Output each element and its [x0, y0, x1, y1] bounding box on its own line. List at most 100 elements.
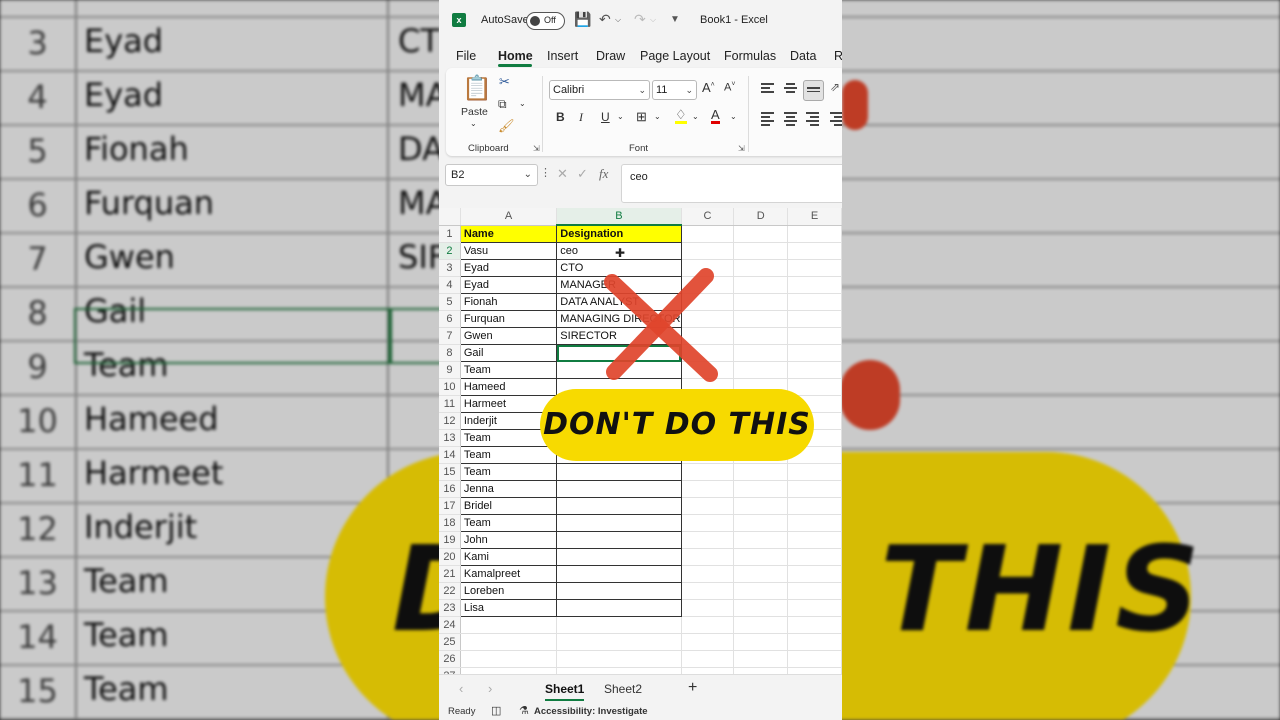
row-header[interactable]: 6: [439, 310, 461, 328]
cell-a5[interactable]: Fionah: [459, 293, 558, 311]
cell-d26[interactable]: [733, 650, 789, 668]
copy-icon[interactable]: ⧉: [498, 97, 507, 112]
row-header[interactable]: 7: [439, 327, 461, 345]
row-header[interactable]: 3: [439, 259, 461, 277]
cell-d4[interactable]: [733, 276, 789, 294]
cell-c1[interactable]: [681, 225, 735, 243]
tab-draw[interactable]: Draw: [596, 49, 625, 63]
accessibility-icon[interactable]: ⚗: [519, 704, 529, 717]
cell-a9[interactable]: Team: [459, 361, 558, 379]
cell-c24[interactable]: [681, 616, 735, 634]
macro-record-icon[interactable]: ◫: [491, 704, 501, 717]
redo-dropdown-icon[interactable]: ⌵: [650, 15, 656, 25]
cell-b18[interactable]: [556, 514, 682, 532]
autosave-toggle[interactable]: Off: [526, 12, 565, 30]
cell-e20[interactable]: [787, 548, 842, 566]
row-header[interactable]: 20: [439, 548, 461, 566]
row-header[interactable]: 15: [439, 463, 461, 481]
align-left-icon[interactable]: [761, 112, 774, 128]
more-options-icon[interactable]: ⋮: [540, 166, 551, 179]
row-header[interactable]: 18: [439, 514, 461, 532]
sheet-next-icon[interactable]: ›: [488, 681, 492, 696]
cell-c19[interactable]: [681, 531, 735, 549]
cell-a26[interactable]: [460, 650, 558, 668]
cell-c21[interactable]: [681, 565, 735, 583]
add-sheet-button[interactable]: +: [688, 679, 697, 697]
row-header[interactable]: 25: [439, 633, 461, 651]
cell-c17[interactable]: [681, 497, 735, 515]
cell-d3[interactable]: [733, 259, 789, 277]
row-header[interactable]: 8: [439, 344, 461, 362]
column-header-c[interactable]: C: [681, 208, 735, 226]
cell-e7[interactable]: [787, 327, 842, 345]
decrease-font-icon[interactable]: A˅: [724, 81, 735, 94]
cell-c25[interactable]: [681, 633, 735, 651]
cell-b20[interactable]: [556, 548, 682, 566]
align-top-icon[interactable]: [761, 83, 774, 95]
cell-c22[interactable]: [681, 582, 735, 600]
cell-b17[interactable]: [556, 497, 682, 515]
align-bottom-icon[interactable]: [803, 80, 824, 101]
row-header[interactable]: 12: [439, 412, 461, 430]
cell-c16[interactable]: [681, 480, 735, 498]
row-header[interactable]: 14: [439, 446, 461, 464]
undo-icon[interactable]: ↶: [599, 11, 611, 28]
cell-a16[interactable]: Jenna: [459, 480, 558, 498]
sheet-prev-icon[interactable]: ‹: [459, 681, 463, 696]
cell-c26[interactable]: [681, 650, 735, 668]
cell-e9[interactable]: [787, 361, 842, 379]
increase-font-icon[interactable]: A˄: [702, 80, 715, 95]
font-color-icon[interactable]: A: [711, 108, 720, 124]
row-header[interactable]: 17: [439, 497, 461, 515]
cell-c2[interactable]: [681, 242, 735, 260]
font-name-dropdown[interactable]: Calibri ⌄: [549, 80, 650, 100]
cell-a20[interactable]: Kami: [459, 548, 558, 566]
cell-e21[interactable]: [787, 565, 842, 583]
save-icon[interactable]: 💾: [574, 11, 591, 28]
cell-e16[interactable]: [787, 480, 842, 498]
cut-icon[interactable]: ✂: [499, 74, 510, 90]
sheet-tab-sheet1[interactable]: Sheet1: [545, 682, 585, 701]
cell-a7[interactable]: Gwen: [459, 327, 558, 345]
sheet-tab-sheet2[interactable]: Sheet2: [604, 682, 642, 696]
cell-e4[interactable]: [787, 276, 842, 294]
cell-a25[interactable]: [460, 633, 558, 651]
cell-d9[interactable]: [733, 361, 789, 379]
cell-a14[interactable]: Team: [459, 446, 558, 464]
cell-e3[interactable]: [787, 259, 842, 277]
underline-button[interactable]: U: [601, 110, 610, 124]
cell-e18[interactable]: [787, 514, 842, 532]
cell-e6[interactable]: [787, 310, 842, 328]
cell-c23[interactable]: [681, 599, 735, 617]
cell-a24[interactable]: [460, 616, 558, 634]
row-header[interactable]: 23: [439, 599, 461, 617]
cell-d16[interactable]: [733, 480, 789, 498]
tab-formulas[interactable]: Formulas: [724, 49, 776, 63]
row-header[interactable]: 21: [439, 565, 461, 583]
copy-dropdown-icon[interactable]: ⌄: [519, 99, 526, 108]
cell-e22[interactable]: [787, 582, 842, 600]
row-header[interactable]: 1: [439, 225, 461, 243]
cell-d17[interactable]: [733, 497, 789, 515]
tab-data[interactable]: Data: [790, 49, 816, 63]
underline-dropdown-icon[interactable]: ⌄: [617, 112, 624, 121]
row-header[interactable]: 16: [439, 480, 461, 498]
cell-a21[interactable]: Kamalpreet: [459, 565, 558, 583]
cell-d15[interactable]: [733, 463, 789, 481]
format-painter-icon[interactable]: 🖌: [498, 118, 515, 134]
font-size-dropdown[interactable]: 11 ⌄: [652, 80, 697, 100]
redo-icon[interactable]: ↷: [634, 11, 646, 28]
cell-a17[interactable]: Bridel: [459, 497, 558, 515]
cell-b24[interactable]: [556, 616, 682, 634]
cell-d20[interactable]: [733, 548, 789, 566]
tab-insert[interactable]: Insert: [547, 49, 578, 63]
paste-icon[interactable]: 📋: [462, 74, 492, 103]
cell-b19[interactable]: [556, 531, 682, 549]
decrease-indent-icon[interactable]: [830, 112, 842, 128]
row-header[interactable]: 2: [439, 242, 461, 260]
row-header[interactable]: 11: [439, 395, 461, 413]
insert-function-icon[interactable]: fx: [599, 166, 608, 182]
cell-d22[interactable]: [733, 582, 789, 600]
cell-d2[interactable]: [733, 242, 789, 260]
cell-e19[interactable]: [787, 531, 842, 549]
